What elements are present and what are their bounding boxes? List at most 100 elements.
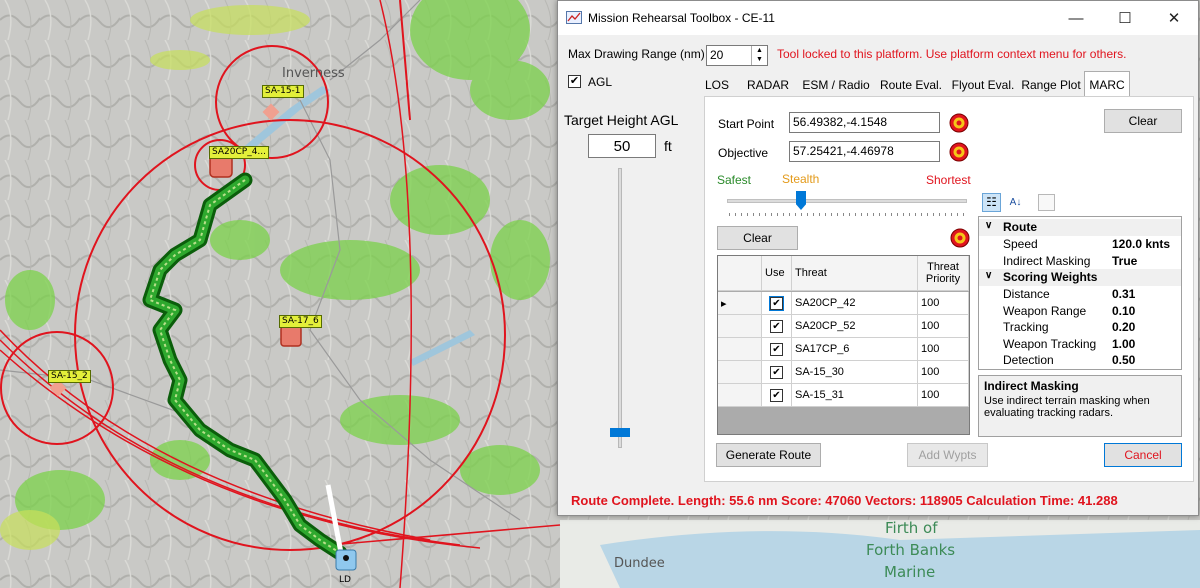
threat-priority-cell[interactable]: 100 [918,315,969,338]
threat-priority-cell[interactable]: 100 [918,384,969,407]
maximize-button[interactable]: ☐ [1101,1,1149,35]
slider-thumb[interactable] [610,427,630,437]
tab-radar[interactable]: RADAR [743,74,793,96]
row-selector[interactable]: ▸ [718,292,762,315]
property-name: Detection [1003,353,1054,367]
threat-tag-sa20cp-4[interactable]: SA20CP_4... [209,146,270,159]
use-column-header[interactable]: Use [762,256,792,291]
collapse-chevron-icon[interactable]: ∨ [985,220,992,231]
start-point-label: Start Point [718,117,775,131]
threat-row[interactable]: ✔ SA20CP_52 100 [718,315,969,338]
property-row[interactable]: Weapon Range 0.10 [979,303,1181,319]
property-value[interactable]: 0.10 [1112,304,1135,318]
title-bar[interactable]: Mission Rehearsal Toolbox - CE-11 — ☐ ✕ [558,1,1198,35]
threat-row[interactable]: ✔ SA17CP_6 100 [718,338,969,361]
property-value[interactable]: 0.50 [1112,353,1135,367]
threat-row[interactable]: ✔ SA-15_30 100 [718,361,969,384]
add-waypoints-button[interactable]: Add Wypts [907,443,988,467]
tab-flyout-eval[interactable]: Flyout Eval. [950,74,1016,96]
threat-name-cell[interactable]: SA20CP_42 [792,292,918,315]
property-row[interactable]: Distance 0.31 [979,286,1181,302]
row-selector[interactable] [718,338,762,361]
target-height-input[interactable]: 50 [588,134,656,158]
property-value[interactable]: 0.31 [1112,287,1135,301]
grid-header-row: Use Threat Threat Priority [718,256,969,291]
lock-message: Tool locked to this platform. Use platfo… [777,47,1127,61]
property-row[interactable]: Detection 0.50 [979,352,1181,368]
use-checkbox[interactable]: ✔ [770,342,783,356]
use-checkbox[interactable]: ✔ [770,388,783,402]
threat-priority-cell[interactable]: 100 [918,338,969,361]
property-pages-icon[interactable] [1038,194,1055,211]
row-selector[interactable] [718,361,762,384]
city-label-inverness: Inverness [282,66,345,81]
tab-range-plot[interactable]: Range Plot [1020,74,1082,96]
property-value[interactable]: 1.00 [1112,337,1135,351]
objective-pick-target-icon[interactable] [949,142,969,162]
threat-priority-cell[interactable]: 100 [918,361,969,384]
route-preference-slider[interactable] [727,191,967,219]
row-selector[interactable] [718,315,762,338]
property-category-label: Scoring Weights [1003,270,1098,284]
threat-priority-cell[interactable]: 100 [918,292,969,315]
threat-tag-sa15-1[interactable]: SA-15-1 [262,85,304,98]
cancel-button[interactable]: Cancel [1104,443,1182,467]
minimize-button[interactable]: — [1052,1,1100,35]
objective-input[interactable]: 57.25421,-4.46978 [789,141,940,162]
property-row[interactable]: Tracking 0.20 [979,319,1181,335]
use-cell[interactable]: ✔ [762,361,792,384]
start-point-pick-target-icon[interactable] [949,113,969,133]
property-name: Tracking [1003,320,1049,334]
priority-column-header[interactable]: Threat Priority [918,256,969,291]
close-button[interactable]: ✕ [1150,1,1198,35]
tab-marc[interactable]: MARC [1084,71,1130,97]
property-description: Indirect Masking Use indirect terrain ma… [978,375,1182,437]
clear-threats-button[interactable]: Clear [717,226,798,250]
tab-route-eval[interactable]: Route Eval. [878,74,944,96]
row-selector[interactable] [718,384,762,407]
threat-name-cell[interactable]: SA17CP_6 [792,338,918,361]
threat-pick-target-icon[interactable] [950,228,970,248]
use-cell[interactable]: ✔ [762,315,792,338]
target-height-slider[interactable] [610,166,630,451]
property-row[interactable]: Indirect Masking True [979,253,1181,269]
property-category[interactable]: ∨ Scoring Weights [979,269,1181,286]
property-name: Weapon Tracking [1003,336,1097,351]
threat-name-cell[interactable]: SA-15_30 [792,361,918,384]
threat-row[interactable]: ✔ SA-15_31 100 [718,384,969,407]
threat-tag-sa15-2[interactable]: SA-15_2 [48,370,91,383]
target-height-unit: ft [664,138,672,154]
use-cell[interactable]: ✔ [762,338,792,361]
tab-esm-radio[interactable]: ESM / Radio [800,74,872,96]
threat-column-header[interactable]: Threat [792,256,918,291]
property-value[interactable]: 120.0 knts [1112,237,1170,251]
use-cell[interactable]: ✔ [762,292,792,315]
threat-name-cell[interactable]: SA20CP_52 [792,315,918,338]
use-checkbox[interactable]: ✔ [770,365,783,379]
threat-grid: Use Threat Threat Priority ▸ ✔ SA20CP_42 10… [717,255,970,435]
threat-tag-sa17-6[interactable]: SA-17_6 [279,315,322,328]
use-checkbox[interactable]: ✔ [770,319,783,333]
property-value[interactable]: 0.20 [1112,320,1135,334]
coastal-label-1: Firth of [885,519,938,537]
property-row[interactable]: Weapon Tracking 1.00 [979,336,1181,352]
property-category[interactable]: ∨ Route [979,219,1181,236]
agl-checkbox[interactable]: ✔ [568,75,581,88]
use-checkbox[interactable]: ✔ [769,295,784,311]
alphabetical-sort-icon[interactable]: A↓ [1006,193,1025,212]
clear-points-button[interactable]: Clear [1104,109,1182,133]
threat-name-cell[interactable]: SA-15_31 [792,384,918,407]
property-value[interactable]: True [1112,254,1137,268]
max-range-spinner[interactable]: ▲ ▼ [751,46,767,65]
property-name: Indirect Masking [1003,253,1091,268]
collapse-chevron-icon[interactable]: ∨ [985,270,992,281]
tab-los[interactable]: LOS [699,74,735,96]
use-cell[interactable]: ✔ [762,384,792,407]
property-name: Distance [1003,287,1050,301]
route-slider-thumb[interactable] [796,191,806,210]
categorized-view-icon[interactable]: ☷ [982,193,1001,212]
generate-route-button[interactable]: Generate Route [716,443,821,467]
property-row[interactable]: Speed 120.0 knts [979,236,1181,252]
threat-row[interactable]: ▸ ✔ SA20CP_42 100 [718,292,969,315]
start-point-input[interactable]: 56.49382,-4.1548 [789,112,940,133]
